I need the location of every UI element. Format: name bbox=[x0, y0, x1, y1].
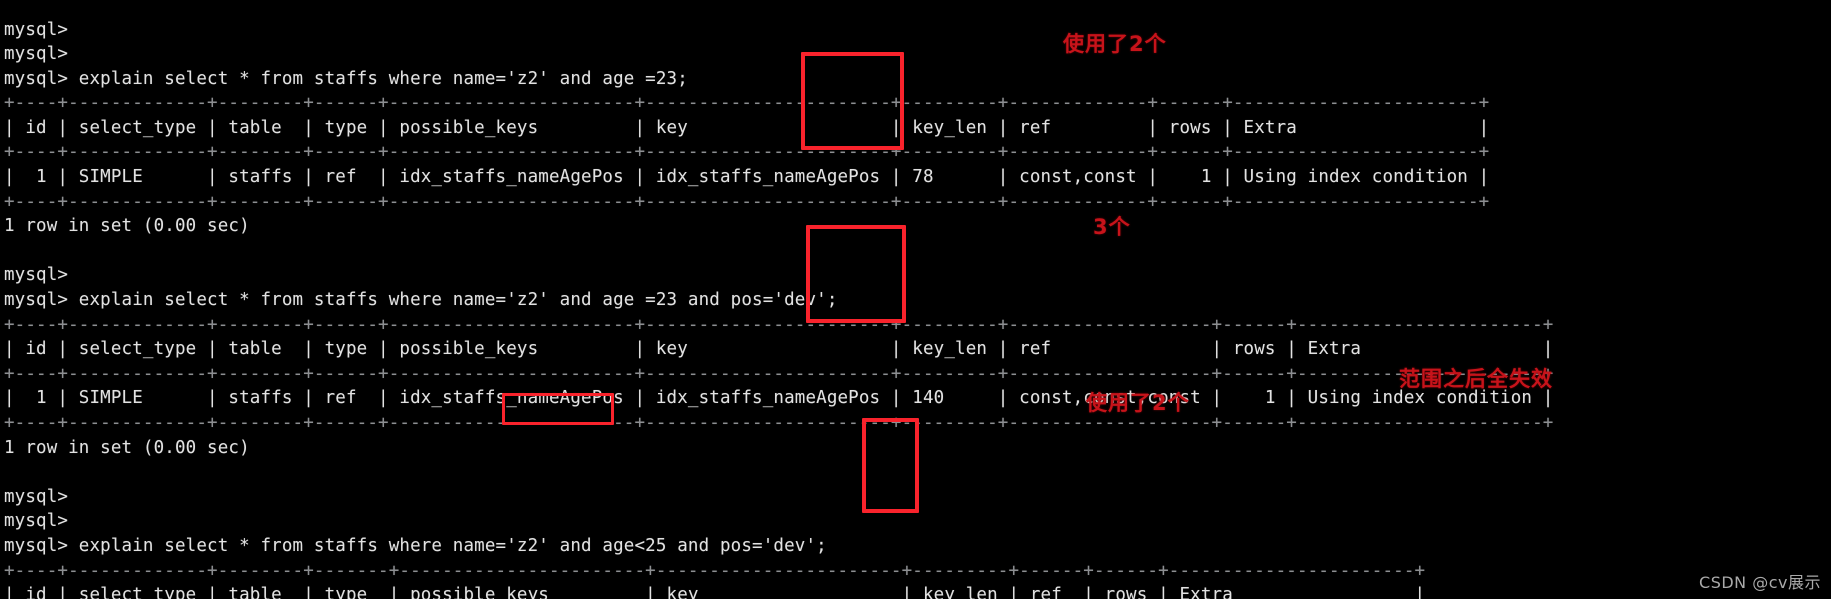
table-header-row: | id | select_type | table | type | poss… bbox=[4, 339, 1554, 360]
table-border: +----+-------------+--------+------+----… bbox=[4, 142, 1490, 163]
table-border: +----+-------------+--------+------+----… bbox=[4, 314, 1554, 335]
table-row: | 1 | SIMPLE | staffs | ref | idx_staffs… bbox=[4, 167, 1490, 188]
table-header-row: | id | select_type | table | type | poss… bbox=[4, 585, 1426, 599]
table-border: +----+-------------+--------+-------+---… bbox=[4, 560, 1426, 581]
annotation-3-count: 3个 bbox=[1093, 215, 1131, 239]
terminal-line: mysql> bbox=[4, 19, 69, 40]
annotation-range-invalid: 范围之后全失效 bbox=[1399, 367, 1553, 391]
highlight-box-key-len-1 bbox=[801, 52, 904, 150]
terminal-line-command-3: mysql> explain select * from staffs wher… bbox=[4, 535, 827, 556]
terminal-line-command-2: mysql> explain select * from staffs wher… bbox=[4, 290, 838, 311]
highlight-box-age-range bbox=[502, 393, 614, 425]
table-border: +----+-------------+--------+------+----… bbox=[4, 363, 1554, 384]
table-border: +----+-------------+--------+------+----… bbox=[4, 93, 1490, 114]
terminal-line-command-1: mysql> explain select * from staffs wher… bbox=[4, 68, 688, 89]
table-row: | 1 | SIMPLE | staffs | ref | idx_staffs… bbox=[4, 388, 1554, 409]
highlight-box-key-len-2 bbox=[806, 225, 906, 323]
highlight-box-key-len-3 bbox=[862, 418, 919, 513]
result-status: 1 row in set (0.00 sec) bbox=[4, 216, 250, 237]
terminal-line: mysql> bbox=[4, 511, 69, 532]
terminal-line: mysql> bbox=[4, 265, 69, 286]
terminal-window: mysql> mysql> mysql> explain select * from… bbox=[0, 0, 1831, 599]
annotation-used-2-first: 使用了2个 bbox=[1063, 32, 1167, 56]
terminal-line: mysql> bbox=[4, 44, 69, 65]
annotation-used-2-third: 使用了2个 bbox=[1086, 391, 1190, 415]
watermark: CSDN @cv展示 bbox=[1699, 573, 1821, 592]
table-header-row: | id | select_type | table | type | poss… bbox=[4, 117, 1490, 138]
table-border: +----+-------------+--------+------+----… bbox=[4, 191, 1490, 212]
